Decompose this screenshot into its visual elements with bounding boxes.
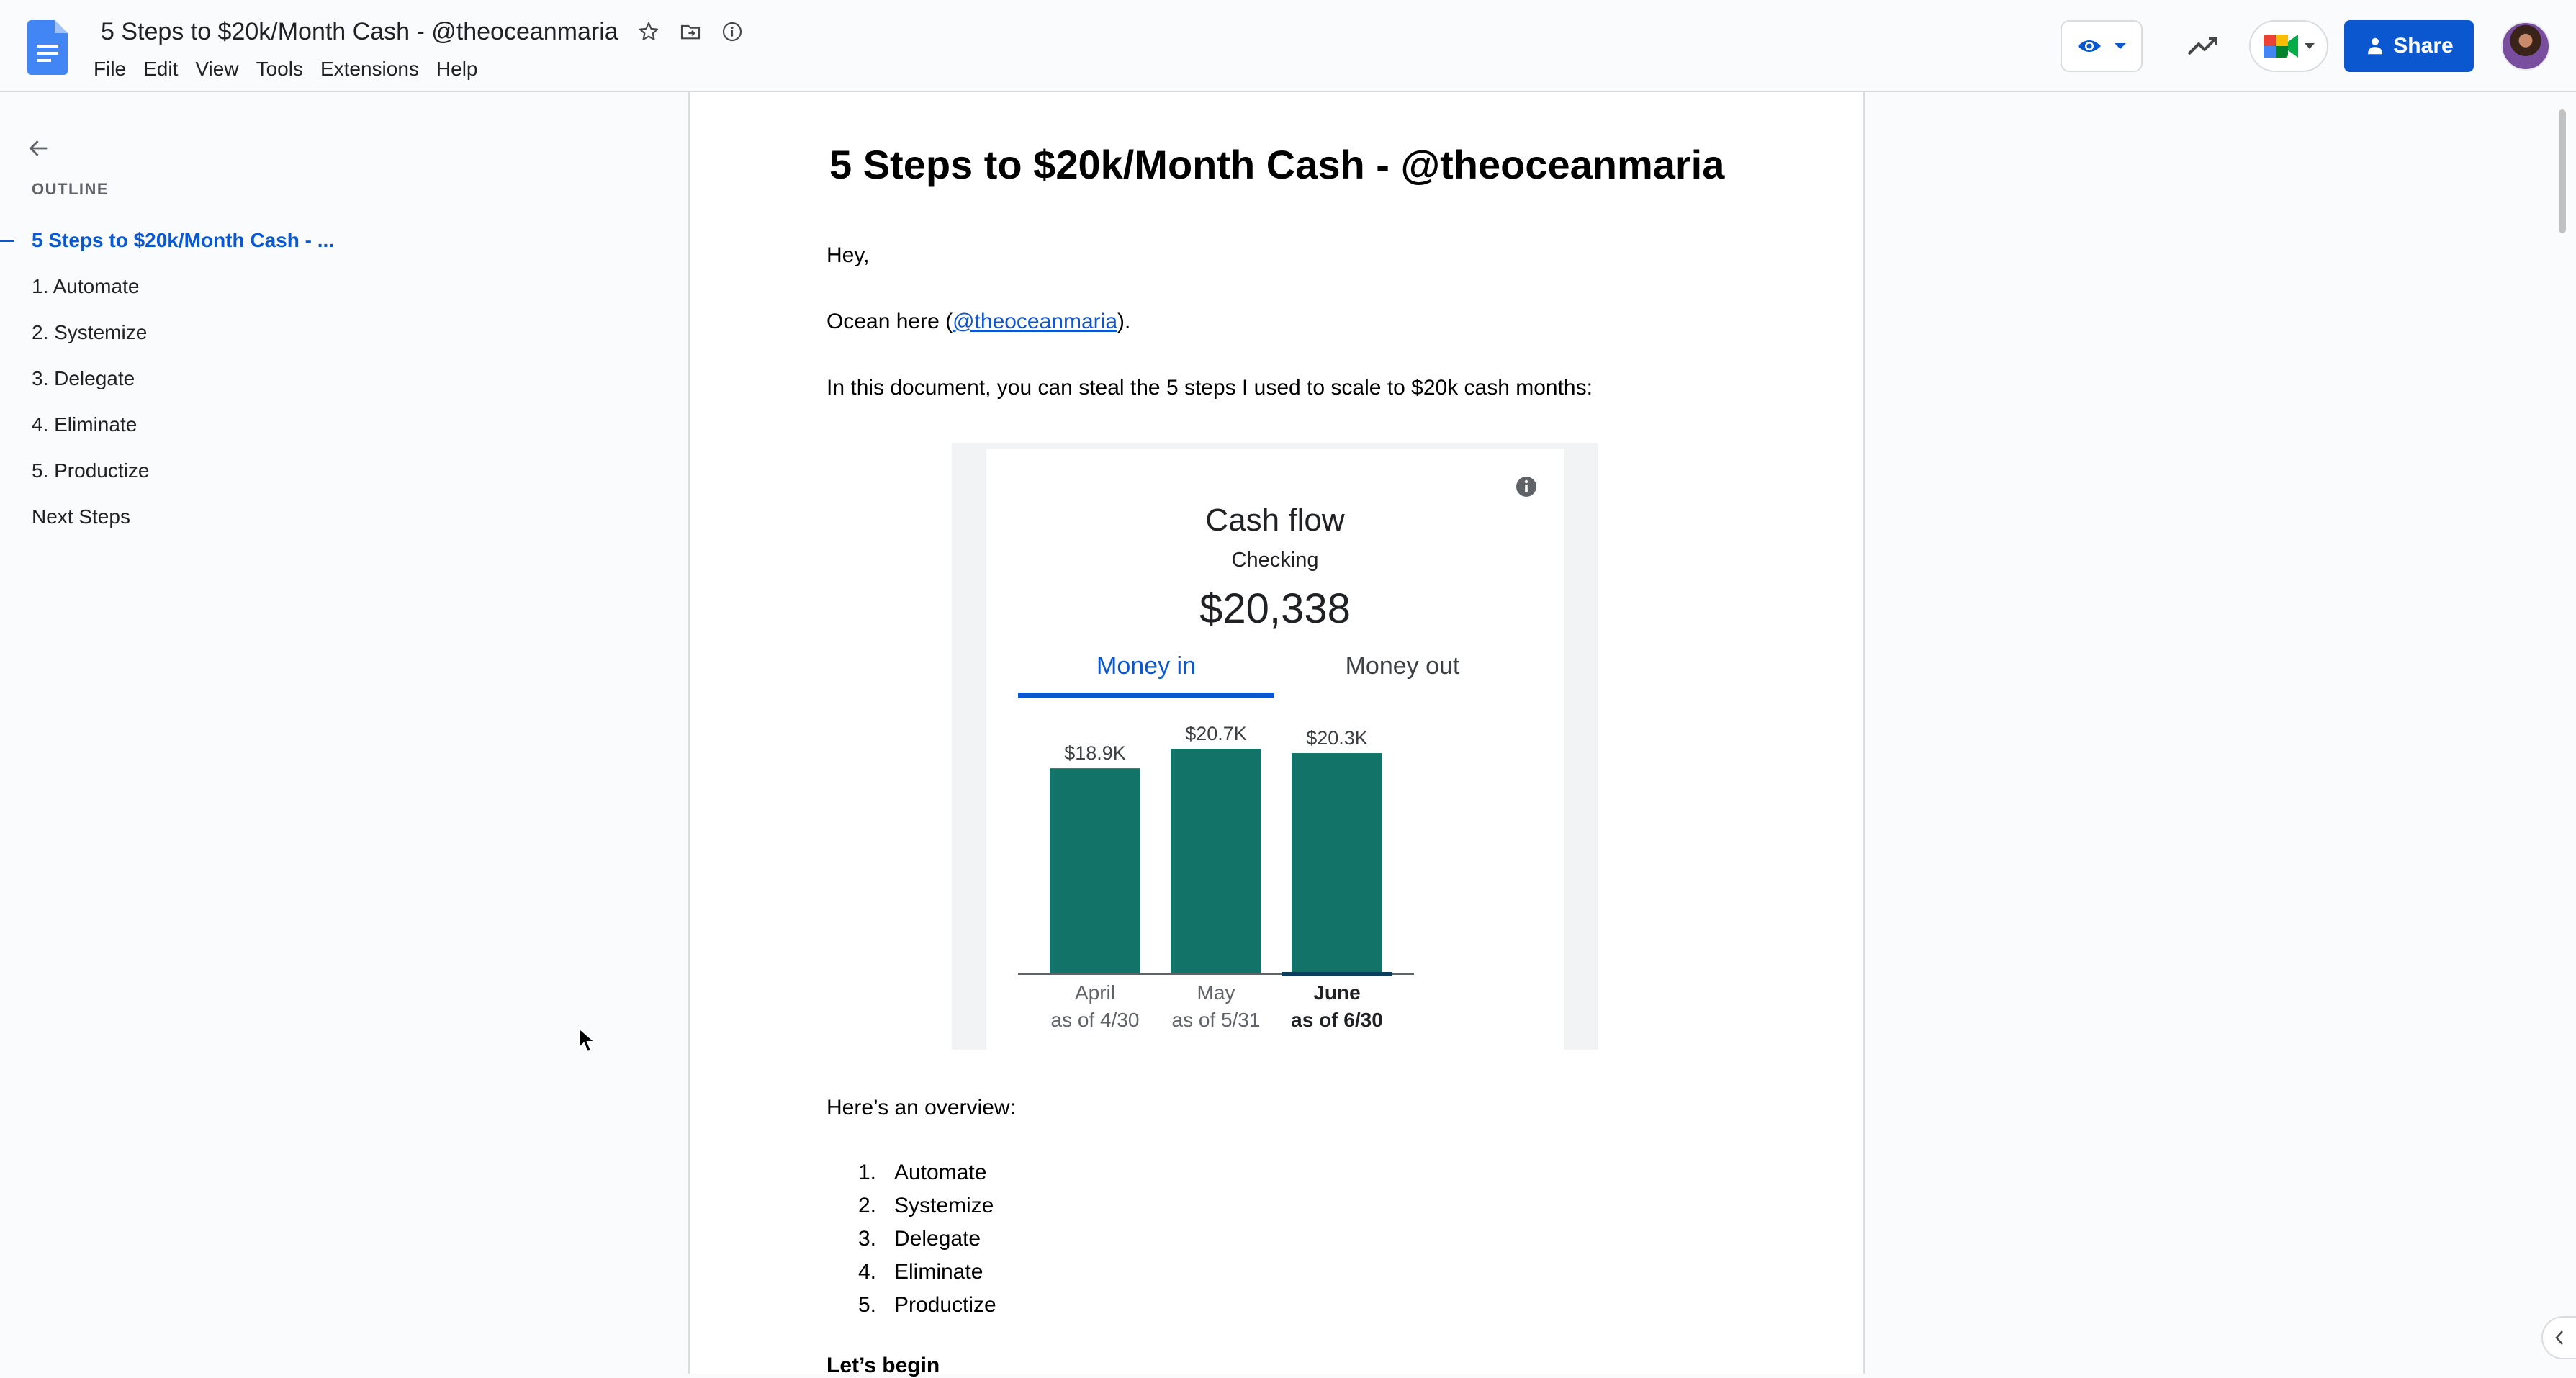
x-tick-label: May [1197,981,1235,1004]
bar-value-label: $20.7K [1185,723,1247,744]
mouse-pointer-icon [578,1027,596,1053]
docs-header: 5 Steps to $20k/Month Cash - @theoceanma… [0,0,2576,92]
info-filled-icon [1516,477,1536,497]
x-tick-label: April [1075,981,1115,1004]
x-tick-sublabel: as of 4/30 [1051,1009,1140,1031]
outline-item-title[interactable]: 5 Steps to $20k/Month Cash - ... [0,217,648,264]
share-label: Share [2393,34,2454,58]
overview-label: Here’s an overview: [827,1096,1016,1120]
outline-item-automate[interactable]: 1. Automate [0,264,648,310]
overview-list: 1. Automate 2. Systemize 3. Delegate 4. Elim… [858,1156,996,1322]
vertical-scrollbar[interactable] [2559,109,2566,233]
menu-tools[interactable]: Tools [248,53,312,85]
x-tick-label: June [1313,981,1360,1004]
intro-suffix: ). [1117,310,1131,333]
tab-money-out: Money out [1345,652,1460,680]
outline-item-delegate[interactable]: 3. Delegate [0,356,648,402]
outline-item-next-steps[interactable]: Next Steps [0,494,648,540]
list-item: 3. Delegate [858,1222,996,1256]
tab-money-in: Money in [1096,652,1196,680]
menu-bar: File Edit View Tools Extensions Help [85,53,487,85]
list-item: 4. Eliminate [858,1256,996,1289]
selected-month-indicator [1282,972,1392,976]
bar-value-label: $20.3K [1306,727,1368,749]
menu-edit[interactable]: Edit [135,53,186,85]
cashflow-amount: $20,338 [1199,585,1351,632]
account-name: Checking [1231,549,1319,572]
list-number: 4. [858,1260,877,1284]
back-arrow-icon[interactable] [22,131,56,166]
people-icon [2368,37,2383,55]
video-call-icon [2264,35,2298,58]
star-icon[interactable] [634,17,663,46]
chevron-down-icon [2305,43,2315,49]
list-item: 1. Automate [858,1156,996,1189]
document-heading: 5 Steps to $20k/Month Cash - @theoceanma… [829,142,1725,187]
list-item: 2. Systemize [858,1189,996,1222]
info-icon[interactable] [718,17,747,46]
list-number: 1. [858,1161,877,1184]
meet-button[interactable] [2249,20,2328,72]
list-number: 5. [858,1293,877,1317]
x-tick-sublabel: as of 6/30 [1291,1009,1383,1031]
avatar[interactable] [2501,22,2550,71]
cashflow-bar-chart: $18.9K April as of 4/30 $20.7K May as of 5/31… [1018,723,1414,1031]
list-text: Automate [894,1161,987,1184]
list-number: 3. [858,1227,877,1251]
chevron-left-icon [2555,1330,2563,1345]
menu-help[interactable]: Help [428,53,487,85]
outline-label: OUTLINE [32,180,109,198]
chart-bar [1050,768,1140,973]
document-title[interactable]: 5 Steps to $20k/Month Cash - @theoceanma… [101,14,618,49]
outline-item-productize[interactable]: 5. Productize [0,448,648,494]
list-text: Eliminate [894,1260,983,1284]
list-text: Systemize [894,1194,994,1217]
outline-list: 5 Steps to $20k/Month Cash - ... 1. Auto… [0,217,648,540]
list-text: Delegate [894,1227,981,1251]
outline-item-systemize[interactable]: 2. Systemize [0,310,648,356]
cashflow-title: Cash flow [1205,503,1345,538]
greeting-text: Hey, [827,243,870,267]
menu-extensions[interactable]: Extensions [312,53,428,85]
chart-bar [1292,753,1382,973]
outline-item-eliminate[interactable]: 4. Eliminate [0,402,648,448]
eye-icon [2078,40,2101,52]
menu-file[interactable]: File [85,53,135,85]
trend-icon[interactable] [2181,24,2225,68]
lets-begin-heading: Let’s begin [827,1354,940,1377]
intro-paragraph: Ocean here (@theoceanmaria). [827,310,1130,334]
profile-link[interactable]: @theoceanmaria [953,310,1117,333]
bar-value-label: $18.9K [1064,742,1126,764]
side-panel-toggle[interactable] [2541,1316,2576,1359]
viewing-mode-button[interactable] [2061,20,2143,72]
list-text: Productize [894,1293,996,1317]
google-docs-icon[interactable] [27,20,68,75]
intro-prefix: Ocean here ( [827,310,953,333]
chevron-down-icon [2115,43,2126,49]
chart-bar [1171,749,1261,973]
list-number: 2. [858,1194,877,1217]
list-item: 5. Productize [858,1289,996,1322]
folder-move-icon[interactable] [676,17,705,46]
lead-paragraph: In this document, you can steal the 5 st… [827,376,1593,400]
share-button[interactable]: Share [2344,20,2474,72]
x-tick-sublabel: as of 5/31 [1172,1009,1261,1031]
menu-view[interactable]: View [186,53,247,85]
